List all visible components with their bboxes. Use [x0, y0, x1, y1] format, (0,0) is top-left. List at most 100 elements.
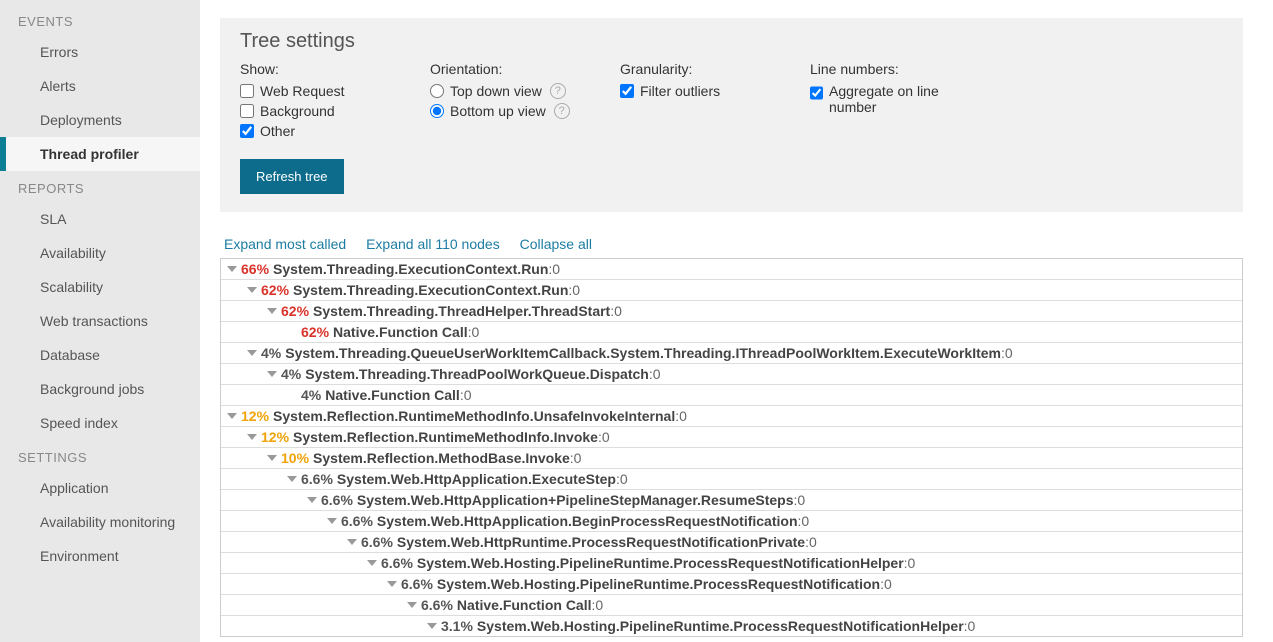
tree-row[interactable]: 62% System.Threading.ThreadHelper.Thread…: [221, 301, 1242, 322]
caret-down-icon[interactable]: [227, 413, 237, 419]
caret-down-icon[interactable]: [307, 497, 317, 503]
caret-down-icon[interactable]: [387, 581, 397, 587]
tree-row[interactable]: 6.6% System.Web.HttpRuntime.ProcessReque…: [221, 532, 1242, 553]
tree-row[interactable]: 12% System.Reflection.RuntimeMethodInfo.…: [221, 427, 1242, 448]
tree-row[interactable]: 6.6% System.Web.HttpApplication.ExecuteS…: [221, 469, 1242, 490]
panel-title: Tree settings: [240, 30, 1223, 53]
nav-item[interactable]: Speed index: [0, 406, 200, 440]
nav-item[interactable]: Database: [0, 338, 200, 372]
help-icon[interactable]: ?: [554, 103, 570, 119]
tree-row[interactable]: 10% System.Reflection.MethodBase.Invoke …: [221, 448, 1242, 469]
tree-row[interactable]: 3.1% System.Web.Hosting.PipelineRuntime.…: [221, 616, 1242, 636]
tree-row[interactable]: 12% System.Reflection.RuntimeMethodInfo.…: [221, 406, 1242, 427]
radio-bottom-up[interactable]: [430, 104, 444, 118]
nav-item[interactable]: Availability: [0, 236, 200, 270]
caret-down-icon[interactable]: [287, 476, 297, 482]
caret-down-icon[interactable]: [247, 350, 257, 356]
method-name: System.Threading.QueueUserWorkItemCallba…: [285, 345, 1001, 361]
line-number: :0: [610, 303, 622, 319]
caret-down-icon[interactable]: [367, 560, 377, 566]
tree-row[interactable]: 6.6% System.Web.Hosting.PipelineRuntime.…: [221, 553, 1242, 574]
caret-down-icon[interactable]: [427, 623, 437, 629]
percentage: 62%: [261, 282, 289, 298]
radio-top-down[interactable]: [430, 84, 444, 98]
method-name: System.Web.HttpApplication+PipelineStepM…: [357, 492, 794, 508]
nav-item[interactable]: Scalability: [0, 270, 200, 304]
section-header: REPORTS: [0, 171, 200, 202]
tree-row[interactable]: 6.6% System.Web.Hosting.PipelineRuntime.…: [221, 574, 1242, 595]
tree-row[interactable]: 4% System.Threading.ThreadPoolWorkQueue.…: [221, 364, 1242, 385]
help-icon[interactable]: ?: [550, 83, 566, 99]
line-number: :0: [568, 282, 580, 298]
orientation-top-down[interactable]: Top down view?: [430, 81, 580, 101]
caret-down-icon[interactable]: [327, 518, 337, 524]
expand-all-link[interactable]: Expand all 110 nodes: [366, 236, 500, 252]
line-number: :0: [468, 324, 480, 340]
checkbox-web-request[interactable]: [240, 84, 254, 98]
line-number: :0: [805, 534, 817, 550]
method-name: System.Web.HttpApplication.ExecuteStep: [337, 471, 616, 487]
nav-item[interactable]: Availability monitoring: [0, 505, 200, 539]
nav-item[interactable]: Web transactions: [0, 304, 200, 338]
checkbox-other[interactable]: [240, 124, 254, 138]
caret-down-icon[interactable]: [247, 287, 257, 293]
tree-settings-panel: Tree settings Show: Web Request Backgrou…: [220, 18, 1243, 212]
tree-row[interactable]: 6.6% System.Web.HttpApplication+Pipeline…: [221, 490, 1242, 511]
section-header: EVENTS: [0, 4, 200, 35]
call-tree: 66% System.Threading.ExecutionContext.Ru…: [220, 258, 1243, 637]
show-web-request[interactable]: Web Request: [240, 81, 390, 101]
percentage: 4%: [301, 387, 321, 403]
nav-item[interactable]: Application: [0, 471, 200, 505]
caret-spacer: [287, 329, 297, 335]
tree-row[interactable]: 4% Native.Function Call :0: [221, 385, 1242, 406]
show-background[interactable]: Background: [240, 101, 390, 121]
nav-item[interactable]: Errors: [0, 35, 200, 69]
nav-item[interactable]: Environment: [0, 539, 200, 573]
refresh-tree-button[interactable]: Refresh tree: [240, 159, 344, 194]
percentage: 6.6%: [321, 492, 353, 508]
percentage: 6.6%: [401, 576, 433, 592]
line-number: :0: [649, 366, 661, 382]
method-name: System.Threading.ExecutionContext.Run: [293, 282, 568, 298]
orientation-bottom-up[interactable]: Bottom up view?: [430, 101, 580, 121]
caret-down-icon[interactable]: [347, 539, 357, 545]
tree-row[interactable]: 6.6% System.Web.HttpApplication.BeginPro…: [221, 511, 1242, 532]
method-name: System.Reflection.RuntimeMethodInfo.Invo…: [293, 429, 598, 445]
percentage: 6.6%: [421, 597, 453, 613]
line-number: :0: [964, 618, 976, 634]
checkbox-filter-outliers[interactable]: [620, 84, 634, 98]
granularity-label: Granularity:: [620, 61, 770, 77]
tree-row[interactable]: 4% System.Threading.QueueUserWorkItemCal…: [221, 343, 1242, 364]
tree-row[interactable]: 62% Native.Function Call :0: [221, 322, 1242, 343]
aggregate-line-number[interactable]: Aggregate on line number: [810, 81, 970, 117]
collapse-all-link[interactable]: Collapse all: [520, 236, 592, 252]
nav-item[interactable]: Deployments: [0, 103, 200, 137]
checkbox-background[interactable]: [240, 104, 254, 118]
show-other[interactable]: Other: [240, 121, 390, 141]
filter-outliers[interactable]: Filter outliers: [620, 81, 770, 101]
nav-item[interactable]: Background jobs: [0, 372, 200, 406]
show-column: Show: Web Request Background Other: [240, 61, 390, 141]
tree-row[interactable]: 62% System.Threading.ExecutionContext.Ru…: [221, 280, 1242, 301]
caret-down-icon[interactable]: [267, 371, 277, 377]
nav-item[interactable]: Thread profiler: [0, 137, 200, 171]
percentage: 4%: [281, 366, 301, 382]
caret-down-icon[interactable]: [227, 266, 237, 272]
percentage: 6.6%: [341, 513, 373, 529]
line-numbers-column: Line numbers: Aggregate on line number: [810, 61, 970, 141]
line-number: :0: [675, 408, 687, 424]
percentage: 66%: [241, 261, 269, 277]
nav-item[interactable]: Alerts: [0, 69, 200, 103]
percentage: 62%: [301, 324, 329, 340]
method-name: System.Web.Hosting.PipelineRuntime.Proce…: [437, 576, 880, 592]
nav-item[interactable]: SLA: [0, 202, 200, 236]
caret-down-icon[interactable]: [247, 434, 257, 440]
tree-row[interactable]: 66% System.Threading.ExecutionContext.Ru…: [221, 259, 1242, 280]
method-name: System.Threading.ThreadPoolWorkQueue.Dis…: [305, 366, 649, 382]
caret-down-icon[interactable]: [267, 455, 277, 461]
expand-most-called-link[interactable]: Expand most called: [224, 236, 346, 252]
caret-down-icon[interactable]: [267, 308, 277, 314]
caret-down-icon[interactable]: [407, 602, 417, 608]
tree-row[interactable]: 6.6% Native.Function Call :0: [221, 595, 1242, 616]
checkbox-aggregate[interactable]: [810, 86, 823, 100]
